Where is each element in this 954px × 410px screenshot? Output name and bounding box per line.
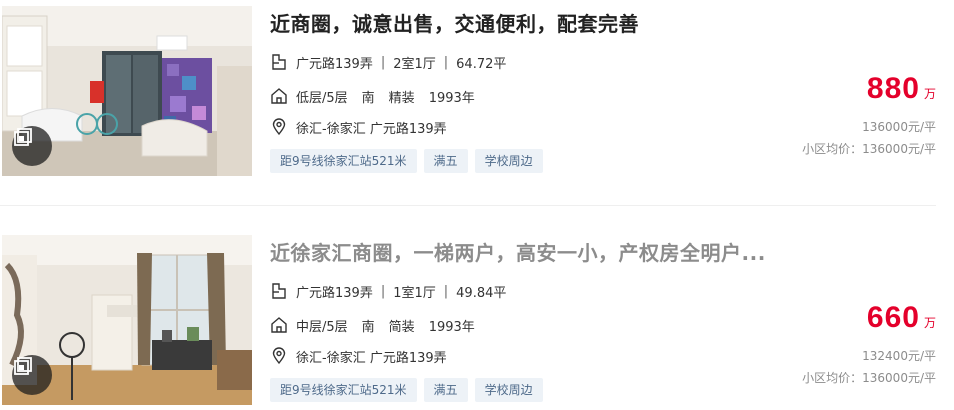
- orientation: 南: [361, 319, 375, 335]
- decoration: 精装: [388, 90, 415, 106]
- unit-price: 132400元/平: [862, 349, 936, 363]
- listing-info: 近商圈，诚意出售，交通便利，配套完善 广元路139弄 | 2室1厅 | 64.7…: [270, 6, 770, 176]
- tag-metro: 距9号线徐家汇站521米: [270, 149, 417, 173]
- map-pin-icon: [270, 118, 288, 136]
- listing-title[interactable]: 近徐家汇商圈，一梯两户，高安一小，产权房全明户...: [270, 237, 770, 266]
- floor-row: 中层/5层 南 简装 1993年: [270, 315, 475, 335]
- tag-ownership: 满五: [423, 149, 468, 173]
- price-block: 880 万 136000元/平 小区均价：136000元/平: [756, 6, 936, 176]
- house-icon: [270, 316, 288, 334]
- tag-school: 学校周边: [474, 149, 543, 173]
- separator: |: [443, 283, 449, 299]
- build-year: 1993年: [428, 90, 475, 106]
- layout-row: 广元路139弄 | 2室1厅 | 64.72平: [270, 52, 506, 72]
- floorplan-icon: [270, 53, 288, 71]
- floor-area: 49.84平: [456, 285, 507, 301]
- vr-tour-icon[interactable]: [12, 355, 52, 395]
- listing-divider: [0, 205, 936, 206]
- total-price-value: 660: [866, 301, 920, 334]
- tag-list: 距9号线徐家汇站521米 满五 学校周边: [270, 149, 543, 173]
- room-layout: 2室1厅: [393, 56, 436, 72]
- orientation: 南: [361, 90, 375, 106]
- vr-tour-icon[interactable]: [12, 126, 52, 166]
- community-average-price: 小区均价：136000元/平: [802, 142, 936, 156]
- community-average-price: 小区均价：136000元/平: [802, 371, 936, 385]
- floor-row: 低层/5层 南 精装 1993年: [270, 86, 475, 106]
- listing-list: 近商圈，诚意出售，交通便利，配套完善 广元路139弄 | 2室1厅 | 64.7…: [0, 0, 954, 410]
- listing-card[interactable]: 近徐家汇商圈，一梯两户，高安一小，产权房全明户... 广元路139弄 | 1室1…: [0, 235, 936, 405]
- total-price-value: 880: [866, 72, 920, 105]
- listing-photo[interactable]: [2, 235, 252, 405]
- floor-area: 64.72平: [456, 56, 507, 72]
- listing-card[interactable]: 近商圈，诚意出售，交通便利，配套完善 广元路139弄 | 2室1厅 | 64.7…: [0, 6, 936, 176]
- location-text[interactable]: 徐汇-徐家汇 广元路139弄: [296, 118, 447, 137]
- separator: |: [380, 54, 386, 70]
- location-text[interactable]: 徐汇-徐家汇 广元路139弄: [296, 347, 447, 366]
- location-row[interactable]: 徐汇-徐家汇 广元路139弄: [270, 346, 447, 366]
- total-price-unit: 万: [923, 316, 936, 330]
- floor-level: 中层/5层: [296, 319, 348, 335]
- total-price-unit: 万: [923, 87, 936, 101]
- floorplan-icon: [270, 282, 288, 300]
- tag-school: 学校周边: [474, 378, 543, 402]
- listing-info: 近徐家汇商圈，一梯两户，高安一小，产权房全明户... 广元路139弄 | 1室1…: [270, 235, 770, 405]
- tag-list: 距9号线徐家汇站521米 满五 学校周边: [270, 378, 543, 402]
- total-price: 660 万: [867, 301, 936, 335]
- listing-photo[interactable]: [2, 6, 252, 176]
- unit-price: 136000元/平: [862, 120, 936, 134]
- separator: |: [380, 283, 386, 299]
- location-row[interactable]: 徐汇-徐家汇 广元路139弄: [270, 117, 447, 137]
- build-year: 1993年: [428, 319, 475, 335]
- tag-ownership: 满五: [423, 378, 468, 402]
- decoration: 简装: [388, 319, 415, 335]
- room-layout: 1室1厅: [393, 285, 436, 301]
- map-pin-icon: [270, 347, 288, 365]
- floor-level: 低层/5层: [296, 90, 348, 106]
- total-price: 880 万: [867, 72, 936, 106]
- price-block: 660 万 132400元/平 小区均价：136000元/平: [756, 235, 936, 405]
- house-icon: [270, 87, 288, 105]
- road-name: 广元路139弄: [296, 285, 373, 301]
- tag-metro: 距9号线徐家汇站521米: [270, 378, 417, 402]
- layout-row: 广元路139弄 | 1室1厅 | 49.84平: [270, 281, 506, 301]
- listing-title[interactable]: 近商圈，诚意出售，交通便利，配套完善: [270, 8, 770, 37]
- separator: |: [443, 54, 449, 70]
- road-name: 广元路139弄: [296, 56, 373, 72]
